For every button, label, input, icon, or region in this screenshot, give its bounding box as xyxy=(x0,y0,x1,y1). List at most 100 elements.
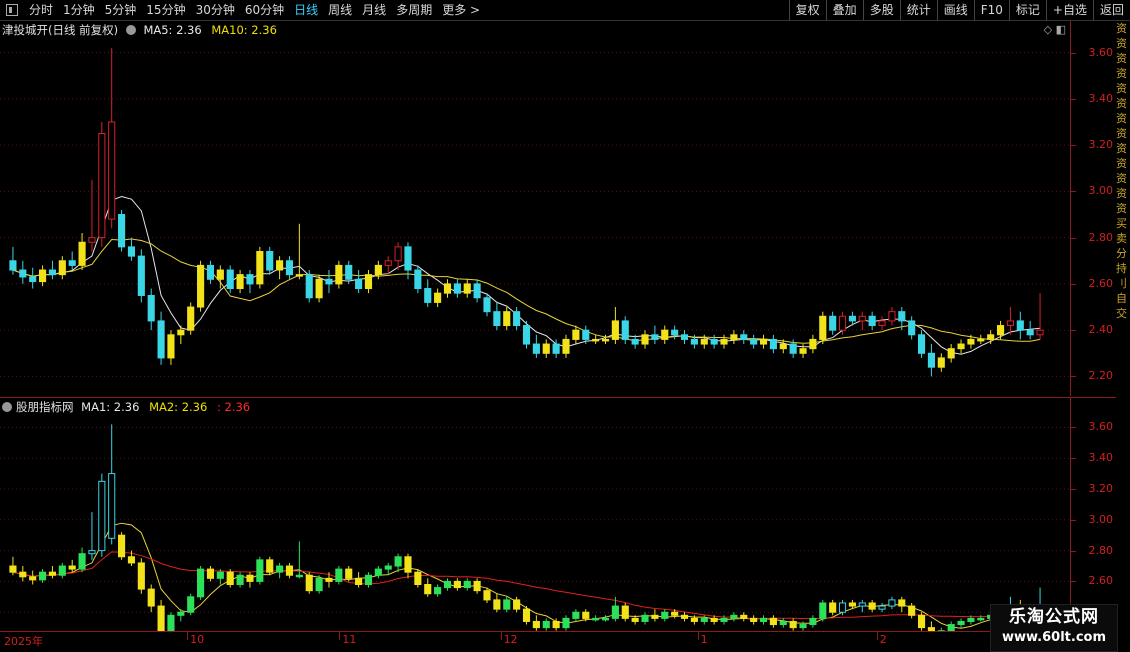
add-watchlist-button[interactable]: +自选 xyxy=(1046,0,1093,20)
side-strip-glyph: 资 xyxy=(1116,171,1130,186)
side-info-strip[interactable]: 资资资资资资资资资资资资资买卖分持刂自交 xyxy=(1116,21,1130,650)
candle-body xyxy=(1037,330,1043,335)
tab-more[interactable]: 更多 > xyxy=(437,0,485,20)
candle-body xyxy=(346,265,352,279)
candle-body xyxy=(849,603,855,606)
tab-15min[interactable]: 15分钟 xyxy=(141,0,190,20)
overlay-button[interactable]: 叠加 xyxy=(826,0,863,20)
candle-body xyxy=(69,566,75,569)
main-chart-panel[interactable]: 津投城开(日线 前复权) MA5: 2.36 MA10: 2.36 ◇ ◧ xyxy=(0,21,1070,396)
tab-multi-period[interactable]: 多周期 xyxy=(391,0,437,20)
diamond-icon[interactable]: ◇ xyxy=(1044,23,1052,36)
candle-body xyxy=(267,252,273,271)
candle-body xyxy=(533,621,539,627)
dropdown-circle-icon[interactable] xyxy=(126,25,136,35)
tab-60min[interactable]: 60分钟 xyxy=(240,0,289,20)
axis-tick-label: 3.20 xyxy=(1089,482,1114,495)
panel-toggle-icon[interactable]: ◧ xyxy=(1056,23,1066,36)
candle-body xyxy=(612,321,618,340)
candle-body xyxy=(849,316,855,321)
candle-body xyxy=(138,256,144,295)
candle-body xyxy=(938,358,944,367)
candle-body xyxy=(770,339,776,348)
ma5-label: MA5: 2.36 xyxy=(143,23,201,37)
candle-body xyxy=(267,560,273,572)
candle-body xyxy=(356,578,362,584)
candle-body xyxy=(988,335,994,340)
axis-tick-label: 3.20 xyxy=(1089,138,1114,151)
candle-body xyxy=(79,554,85,569)
f10-button[interactable]: F10 xyxy=(974,0,1009,20)
candle-body xyxy=(148,295,154,320)
candle-body xyxy=(207,569,213,578)
tab-weekly[interactable]: 周线 xyxy=(323,0,357,20)
axis-tick-mark xyxy=(1071,53,1076,54)
candle-body xyxy=(721,618,727,621)
candle-body xyxy=(365,575,371,584)
candle-body xyxy=(869,603,875,609)
restore-rights-button[interactable]: 复权 xyxy=(789,0,826,20)
candle-body xyxy=(158,606,164,631)
candle-body xyxy=(583,330,589,339)
candle-body xyxy=(859,603,865,606)
candle-body xyxy=(128,557,134,563)
candle-body xyxy=(444,284,450,293)
candle-body xyxy=(198,265,204,307)
candle-body xyxy=(889,312,895,321)
candle-body xyxy=(691,618,697,621)
candle-body xyxy=(839,316,845,330)
candle-body xyxy=(662,612,668,618)
candle-body xyxy=(30,577,36,580)
candle-body xyxy=(612,606,618,618)
candle-body xyxy=(514,600,520,609)
candle-body xyxy=(425,289,431,303)
candle-body xyxy=(217,572,223,578)
date-separator xyxy=(698,632,699,640)
window-icon[interactable] xyxy=(6,4,18,16)
back-button[interactable]: 返回 xyxy=(1093,0,1130,20)
tab-daily[interactable]: 日线 xyxy=(289,0,323,20)
candle-body xyxy=(316,578,322,590)
candle-body xyxy=(978,339,984,341)
tab-1min[interactable]: 1分钟 xyxy=(58,0,100,20)
dropdown-circle-icon[interactable] xyxy=(2,402,12,412)
mark-button[interactable]: 标记 xyxy=(1009,0,1046,20)
candle-body xyxy=(59,261,65,275)
candle-body xyxy=(10,566,16,572)
axis-tick-mark xyxy=(1071,191,1076,192)
axis-tick-mark xyxy=(1071,284,1076,285)
tab-fenshi[interactable]: 分时 xyxy=(24,0,58,20)
draw-line-button[interactable]: 画线 xyxy=(937,0,974,20)
candle-body xyxy=(346,569,352,578)
candle-body xyxy=(128,247,134,256)
candle-body xyxy=(395,557,401,566)
axis-tick-label: 3.00 xyxy=(1089,513,1114,526)
tab-monthly[interactable]: 月线 xyxy=(357,0,391,20)
axis-tick-label: 2.60 xyxy=(1089,574,1114,587)
candle-body xyxy=(899,312,905,321)
candle-body xyxy=(356,279,362,288)
candle-body xyxy=(790,344,796,353)
date-label: 1 xyxy=(701,633,708,646)
axis-tick-label: 3.60 xyxy=(1089,46,1114,59)
candle-body xyxy=(237,275,243,289)
multi-stock-button[interactable]: 多股 xyxy=(863,0,900,20)
candle-body xyxy=(1007,321,1013,326)
candle-body xyxy=(1027,330,1033,335)
candle-body xyxy=(306,275,312,298)
tab-30min[interactable]: 30分钟 xyxy=(191,0,240,20)
statistics-button[interactable]: 统计 xyxy=(900,0,937,20)
candle-body xyxy=(731,615,737,618)
candle-body xyxy=(435,588,441,594)
candlestick-chart[interactable] xyxy=(0,21,1070,396)
side-strip-glyph: 资 xyxy=(1116,51,1130,66)
candle-body xyxy=(178,612,184,615)
candle-body xyxy=(40,572,46,580)
axis-tick-mark xyxy=(1071,330,1076,331)
indicator-chart[interactable] xyxy=(0,398,1070,631)
indicator-panel[interactable]: 股朋指标网 MA1: 2.36 MA2: 2.36 : 2.36 xyxy=(0,397,1070,631)
candle-body xyxy=(1017,321,1023,330)
tab-5min[interactable]: 5分钟 xyxy=(100,0,142,20)
side-strip-glyph: 持 xyxy=(1116,261,1130,276)
axis-tick-label: 3.40 xyxy=(1089,451,1114,464)
